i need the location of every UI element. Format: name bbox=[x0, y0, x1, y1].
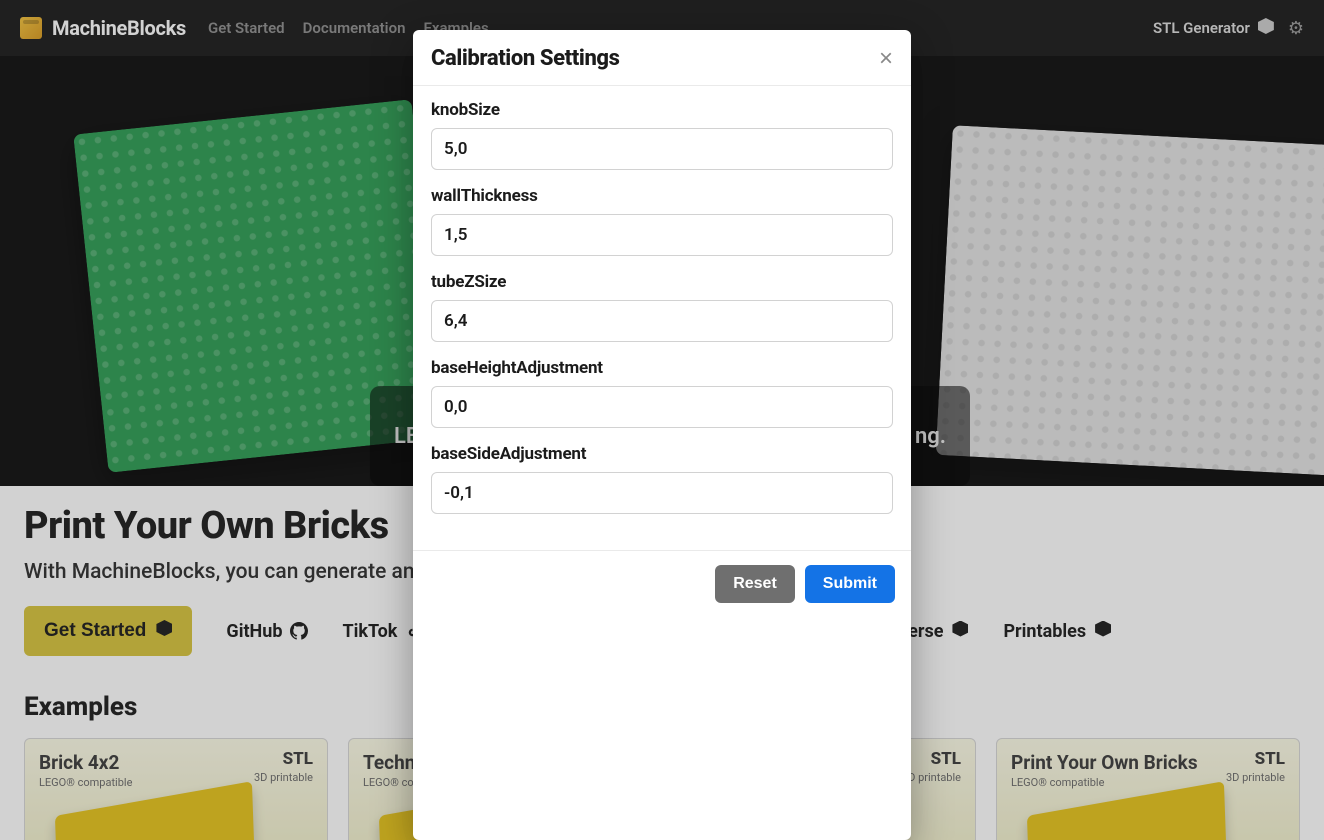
baseheightadjustment-input[interactable] bbox=[431, 386, 893, 428]
field-knobsize: knobSize bbox=[431, 100, 893, 170]
modal-title: Calibration Settings bbox=[431, 46, 620, 71]
modal-overlay[interactable]: Calibration Settings × knobSize wallThic… bbox=[0, 0, 1324, 840]
field-wallthickness: wallThickness bbox=[431, 186, 893, 256]
wallthickness-input[interactable] bbox=[431, 214, 893, 256]
field-label: baseHeightAdjustment bbox=[431, 358, 893, 378]
field-baseheightadjustment: baseHeightAdjustment bbox=[431, 358, 893, 428]
field-tubezsize: tubeZSize bbox=[431, 272, 893, 342]
field-basesideadjustment: baseSideAdjustment bbox=[431, 444, 893, 514]
modal-body: knobSize wallThickness tubeZSize baseHei… bbox=[413, 86, 911, 550]
modal-close-button[interactable]: × bbox=[879, 47, 893, 71]
submit-button[interactable]: Submit bbox=[805, 565, 895, 603]
knobsize-input[interactable] bbox=[431, 128, 893, 170]
field-label: wallThickness bbox=[431, 186, 893, 206]
reset-button[interactable]: Reset bbox=[715, 565, 795, 603]
field-label: baseSideAdjustment bbox=[431, 444, 893, 464]
field-label: knobSize bbox=[431, 100, 893, 120]
calibration-modal: Calibration Settings × knobSize wallThic… bbox=[413, 30, 911, 840]
modal-footer: Reset Submit bbox=[413, 550, 911, 617]
tubezsize-input[interactable] bbox=[431, 300, 893, 342]
field-label: tubeZSize bbox=[431, 272, 893, 292]
close-icon: × bbox=[879, 45, 893, 72]
modal-header: Calibration Settings × bbox=[413, 30, 911, 86]
basesideadjustment-input[interactable] bbox=[431, 472, 893, 514]
